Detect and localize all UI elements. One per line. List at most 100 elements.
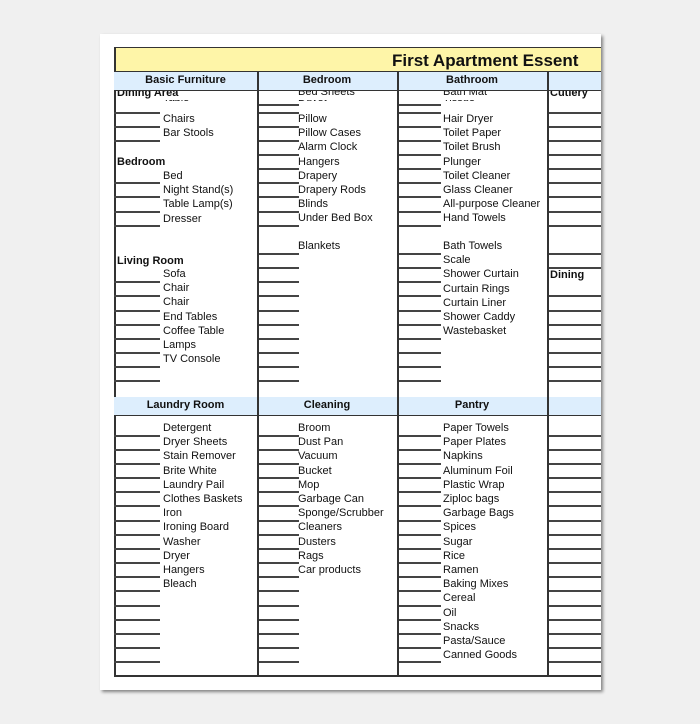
write-in-line[interactable] [399, 196, 441, 198]
write-in-line[interactable] [549, 225, 601, 227]
write-in-line[interactable] [549, 112, 601, 114]
write-in-line[interactable] [114, 633, 160, 635]
write-in-line[interactable] [549, 477, 601, 479]
write-in-line[interactable] [114, 211, 160, 213]
write-in-line[interactable] [549, 126, 601, 128]
write-in-line[interactable] [549, 253, 601, 255]
write-in-line[interactable] [399, 463, 441, 465]
write-in-line[interactable] [259, 324, 299, 326]
write-in-line[interactable] [259, 295, 299, 297]
write-in-line[interactable] [549, 324, 601, 326]
write-in-line[interactable] [549, 168, 601, 170]
write-in-line[interactable] [259, 590, 299, 592]
write-in-line[interactable] [114, 449, 160, 451]
write-in-line[interactable] [549, 534, 601, 536]
write-in-line[interactable] [549, 295, 601, 297]
write-in-line[interactable] [549, 352, 601, 354]
write-in-line[interactable] [399, 225, 441, 227]
write-in-line[interactable] [399, 477, 441, 479]
write-in-line[interactable] [259, 253, 299, 255]
write-in-line[interactable] [114, 140, 160, 142]
write-in-line[interactable] [259, 505, 299, 507]
write-in-line[interactable] [114, 548, 160, 550]
write-in-line[interactable] [259, 366, 299, 368]
write-in-line[interactable] [399, 380, 441, 382]
write-in-line[interactable] [259, 267, 299, 269]
write-in-line[interactable] [549, 463, 601, 465]
write-in-line[interactable] [114, 520, 160, 522]
write-in-line[interactable] [399, 520, 441, 522]
write-in-line[interactable] [399, 267, 441, 269]
write-in-line[interactable] [259, 562, 299, 564]
write-in-line[interactable] [259, 140, 299, 142]
write-in-line[interactable] [259, 435, 299, 437]
write-in-line[interactable] [259, 576, 299, 578]
write-in-line[interactable] [549, 619, 601, 621]
write-in-line[interactable] [259, 211, 299, 213]
write-in-line[interactable] [549, 380, 601, 382]
write-in-line[interactable] [114, 647, 160, 649]
write-in-line[interactable] [549, 633, 601, 635]
write-in-line[interactable] [399, 562, 441, 564]
write-in-line[interactable] [399, 590, 441, 592]
write-in-line[interactable] [259, 548, 299, 550]
write-in-line[interactable] [549, 590, 601, 592]
write-in-line[interactable] [399, 491, 441, 493]
write-in-line[interactable] [399, 647, 441, 649]
write-in-line[interactable] [259, 477, 299, 479]
write-in-line[interactable] [399, 619, 441, 621]
write-in-line[interactable] [259, 647, 299, 649]
write-in-line[interactable] [114, 605, 160, 607]
write-in-line[interactable] [259, 352, 299, 354]
write-in-line[interactable] [549, 548, 601, 550]
write-in-line[interactable] [549, 562, 601, 564]
write-in-line[interactable] [114, 505, 160, 507]
write-in-line[interactable] [399, 126, 441, 128]
write-in-line[interactable] [259, 633, 299, 635]
write-in-line[interactable] [549, 647, 601, 649]
write-in-line[interactable] [259, 196, 299, 198]
write-in-line[interactable] [259, 310, 299, 312]
write-in-line[interactable] [549, 605, 601, 607]
write-in-line[interactable] [399, 140, 441, 142]
write-in-line[interactable] [549, 449, 601, 451]
write-in-line[interactable] [259, 112, 299, 114]
write-in-line[interactable] [549, 182, 601, 184]
write-in-line[interactable] [259, 534, 299, 536]
write-in-line[interactable] [399, 534, 441, 536]
write-in-line[interactable] [399, 435, 441, 437]
write-in-line[interactable] [114, 310, 160, 312]
write-in-line[interactable] [549, 366, 601, 368]
write-in-line[interactable] [549, 338, 601, 340]
write-in-line[interactable] [399, 605, 441, 607]
write-in-line[interactable] [259, 338, 299, 340]
write-in-line[interactable] [259, 661, 299, 663]
write-in-line[interactable] [114, 435, 160, 437]
write-in-line[interactable] [114, 225, 160, 227]
write-in-line[interactable] [114, 477, 160, 479]
write-in-line[interactable] [549, 435, 601, 437]
write-in-line[interactable] [399, 211, 441, 213]
write-in-line[interactable] [399, 154, 441, 156]
write-in-line[interactable] [259, 281, 299, 283]
write-in-line[interactable] [259, 104, 299, 106]
write-in-line[interactable] [259, 225, 299, 227]
write-in-line[interactable] [114, 619, 160, 621]
write-in-line[interactable] [259, 126, 299, 128]
write-in-line[interactable] [399, 576, 441, 578]
write-in-line[interactable] [549, 154, 601, 156]
write-in-line[interactable] [114, 590, 160, 592]
write-in-line[interactable] [114, 463, 160, 465]
write-in-line[interactable] [399, 324, 441, 326]
write-in-line[interactable] [549, 520, 601, 522]
write-in-line[interactable] [399, 338, 441, 340]
write-in-line[interactable] [549, 211, 601, 213]
write-in-line[interactable] [549, 310, 601, 312]
write-in-line[interactable] [259, 154, 299, 156]
write-in-line[interactable] [114, 534, 160, 536]
write-in-line[interactable] [114, 324, 160, 326]
write-in-line[interactable] [549, 505, 601, 507]
write-in-line[interactable] [114, 196, 160, 198]
write-in-line[interactable] [259, 168, 299, 170]
write-in-line[interactable] [114, 576, 160, 578]
